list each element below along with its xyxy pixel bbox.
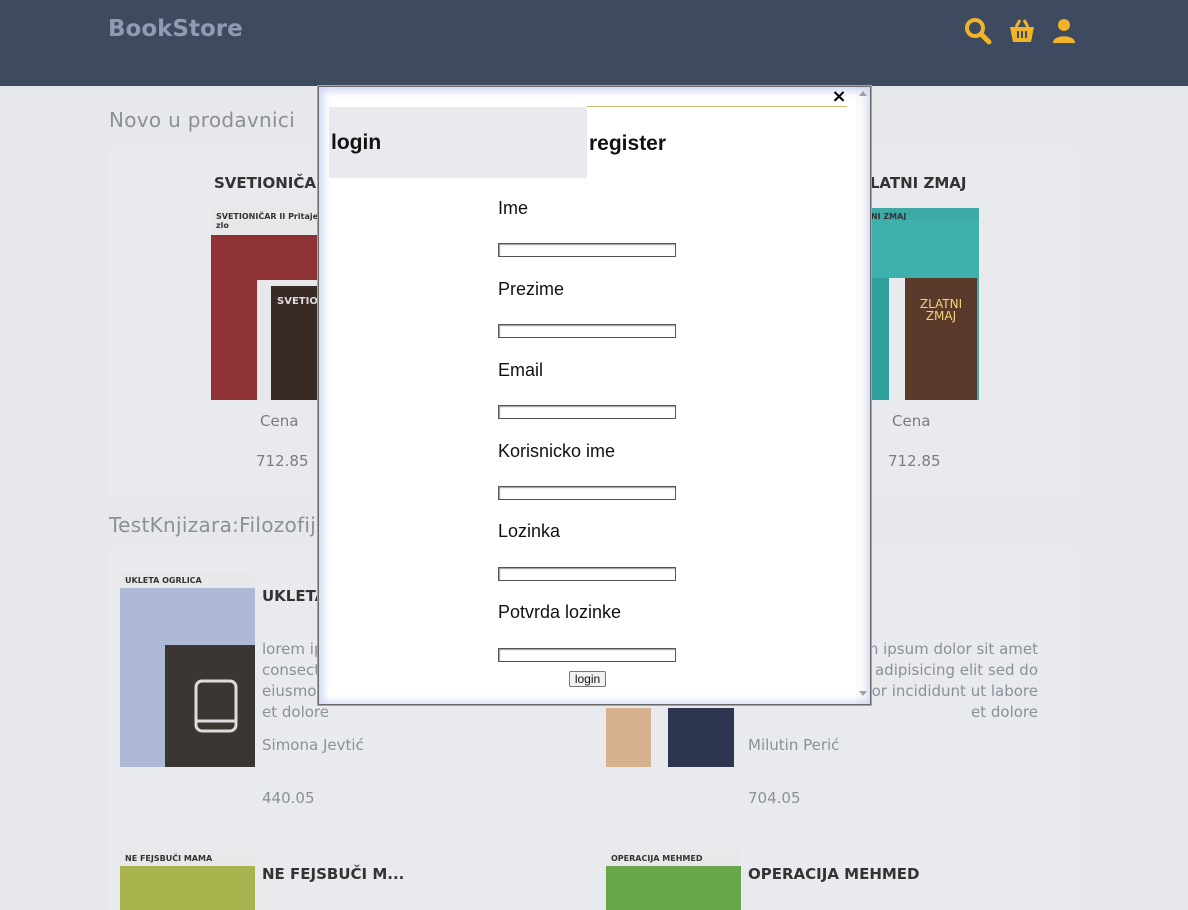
book-cover[interactable]: UKLETA OGRLICA <box>120 572 255 767</box>
book-icon <box>194 679 238 733</box>
cover-label: UKLETA OGRLICA <box>125 576 202 585</box>
brand-logo[interactable]: BookStore <box>108 16 243 42</box>
search-icon[interactable] <box>964 17 992 45</box>
field-label-password-confirm: Potvrda lozinke <box>498 602 622 622</box>
field-label-prezime: Prezime <box>498 279 565 299</box>
basket-icon[interactable] <box>1008 18 1036 44</box>
book-price: 440.05 <box>262 789 315 807</box>
modal-accent-line <box>587 106 847 107</box>
book-title[interactable]: OPERACIJA MEHMED <box>748 865 920 883</box>
password-confirm-input[interactable] <box>498 648 676 662</box>
login-button[interactable]: login <box>569 671 606 687</box>
ime-input[interactable] <box>498 243 676 257</box>
tab-register[interactable]: register <box>589 132 666 156</box>
book-price: 704.05 <box>748 789 801 807</box>
field-label-password: Lozinka <box>498 521 561 541</box>
book-author: Milutin Perić <box>748 736 840 754</box>
tab-login[interactable]: login <box>329 107 587 178</box>
email-input[interactable] <box>498 405 676 419</box>
username-input[interactable] <box>498 486 676 500</box>
price-label: Cena <box>892 412 931 430</box>
cover-label: NE FEJSBUČI MAMA <box>125 854 213 863</box>
top-navbar: BookStore <box>0 0 1188 86</box>
cover-text: ZLATNI ZMAJ <box>919 297 963 323</box>
book-cover[interactable]: OPERACIJA MEHMED <box>606 850 741 910</box>
cover-label: OPERACIJA MEHMED <box>611 854 703 863</box>
section-title-category: TestKnjizara:Filozofija <box>109 513 329 537</box>
book-title[interactable]: SVETIONIČAR <box>214 174 328 192</box>
book-title[interactable]: ZLATNI ZMAJ <box>859 174 966 192</box>
scroll-down-arrow-icon[interactable] <box>859 691 867 696</box>
book-author: Simona Jevtić <box>262 736 364 754</box>
close-icon[interactable]: × <box>831 88 847 106</box>
user-icon[interactable] <box>1052 18 1076 44</box>
book-price: 712.85 <box>256 452 309 470</box>
password-input[interactable] <box>498 567 676 581</box>
field-label-username: Korisnicko ime <box>498 441 616 461</box>
nav-icons <box>964 16 1076 46</box>
section-title-new: Novo u prodavnici <box>109 108 296 132</box>
modal-scrollbar[interactable] <box>856 87 870 704</box>
book-cover[interactable]: NE FEJSBUČI MAMA <box>120 850 255 910</box>
book-title[interactable]: NE FEJSBUČI M... <box>262 865 404 883</box>
prezime-input[interactable] <box>498 324 676 338</box>
price-label: Cena <box>260 412 299 430</box>
field-label-ime: Ime <box>498 198 529 218</box>
tab-login-label: login <box>331 131 382 154</box>
book-price: 712.85 <box>888 452 941 470</box>
field-label-email: Email <box>498 360 544 380</box>
auth-modal: × login register Ime Prezime Email Koris… <box>318 86 871 705</box>
category-books-panel-2: NE FEJSBUČI MAMA NE FEJSBUČI M... OPERAC… <box>109 840 1079 910</box>
scroll-up-arrow-icon[interactable] <box>859 91 867 96</box>
